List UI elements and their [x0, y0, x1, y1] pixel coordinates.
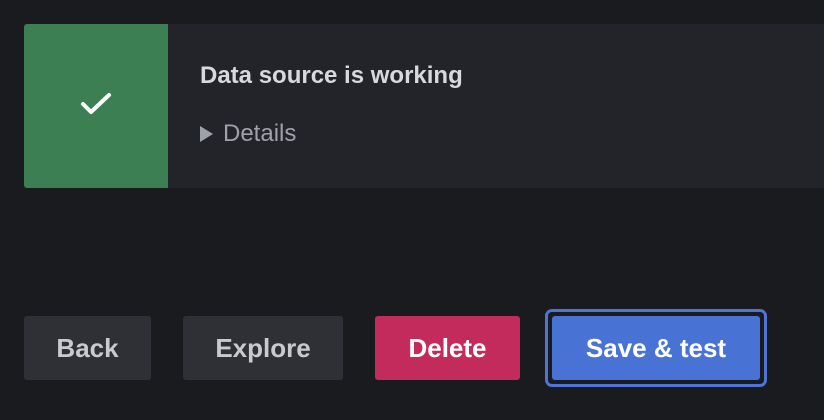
alert-icon-box [24, 24, 168, 188]
details-label: Details [223, 120, 297, 147]
delete-button[interactable]: Delete [375, 316, 520, 380]
alert-title: Data source is working [200, 62, 463, 89]
explore-button[interactable]: Explore [183, 316, 343, 380]
caret-right-icon [200, 126, 213, 142]
details-toggle[interactable]: Details [200, 120, 463, 148]
save-and-test-button[interactable]: Save & test [552, 316, 760, 380]
datasource-settings-footer: Data source is working Details Back Expl… [0, 0, 824, 420]
alert-body: Data source is working Details [168, 24, 463, 188]
success-alert: Data source is working Details [24, 24, 824, 188]
back-button[interactable]: Back [24, 316, 151, 380]
check-icon [80, 92, 112, 121]
